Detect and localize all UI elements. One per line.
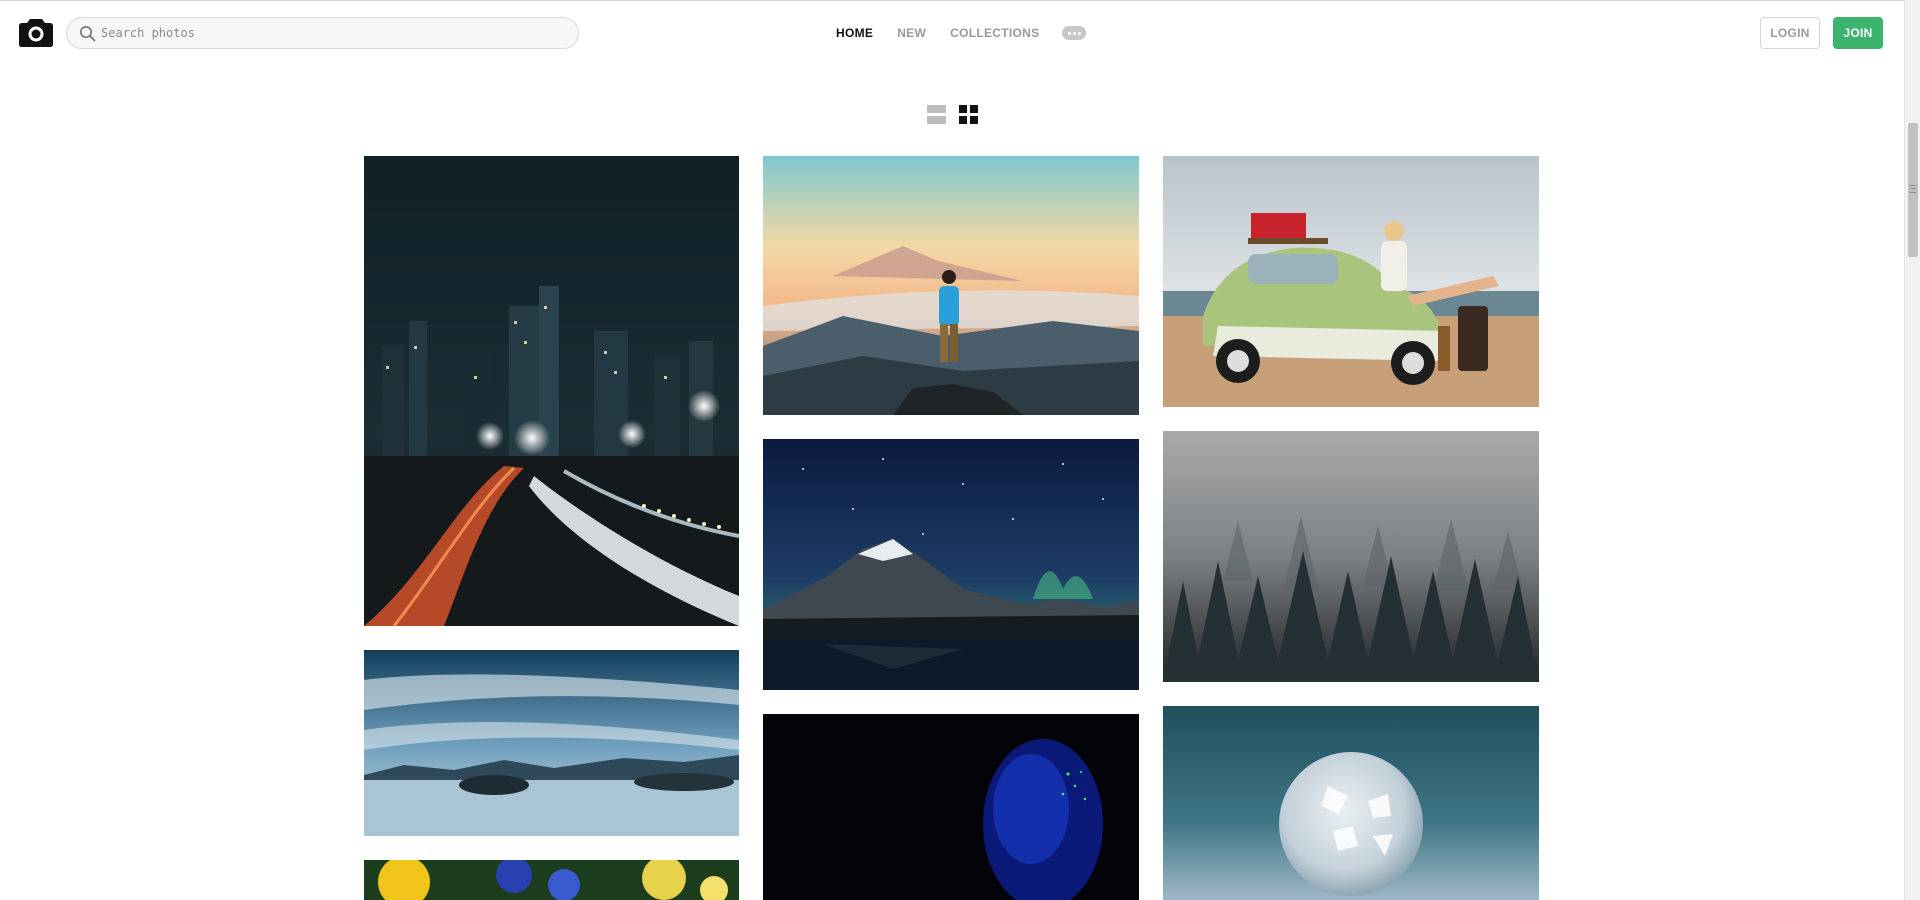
main-nav: HOME NEW COLLECTIONS bbox=[836, 25, 1087, 41]
list-view-icon[interactable] bbox=[927, 105, 946, 124]
scrollbar-thumb[interactable] bbox=[1908, 123, 1918, 257]
photo-mountain-aurora[interactable] bbox=[763, 439, 1139, 690]
search-bar bbox=[66, 17, 579, 49]
grid-view-icon[interactable] bbox=[959, 105, 978, 124]
ellipsis-icon[interactable] bbox=[1062, 26, 1087, 40]
photo-frozen-bubble[interactable] bbox=[1163, 706, 1539, 900]
nav-new-link[interactable]: NEW bbox=[897, 25, 926, 41]
photo-hiker-mountain[interactable] bbox=[763, 156, 1139, 415]
scrollbar-grip-icon bbox=[1910, 185, 1916, 193]
top-navigation-bar: HOME NEW COLLECTIONS LOGIN JOIN bbox=[0, 0, 1904, 64]
photo-long-exposure-lake[interactable] bbox=[364, 650, 739, 836]
photo-sunflowers[interactable] bbox=[364, 860, 739, 900]
photo-misty-forest[interactable] bbox=[1163, 431, 1539, 682]
view-toggle bbox=[927, 105, 978, 124]
camera-icon[interactable] bbox=[19, 17, 53, 47]
photo-glitter-face[interactable] bbox=[763, 714, 1139, 900]
search-input[interactable] bbox=[101, 18, 561, 48]
login-button[interactable]: LOGIN bbox=[1760, 17, 1820, 49]
photo-vintage-car[interactable] bbox=[1163, 156, 1539, 407]
search-icon bbox=[79, 25, 96, 42]
nav-collections-link[interactable]: COLLECTIONS bbox=[950, 25, 1039, 41]
photo-city-skyline[interactable] bbox=[364, 156, 739, 626]
join-button[interactable]: JOIN bbox=[1833, 17, 1883, 49]
vertical-scrollbar[interactable] bbox=[1904, 0, 1920, 900]
nav-home-link[interactable]: HOME bbox=[836, 25, 873, 41]
